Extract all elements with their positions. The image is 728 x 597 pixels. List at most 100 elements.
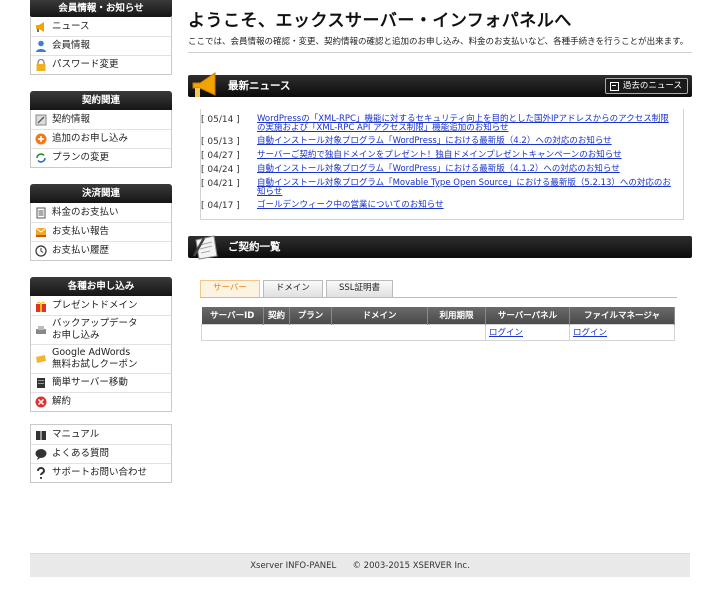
news-date: [ 04/27 ]: [201, 151, 240, 161]
sidebar: 会員情報・お知らせ ニュース 会員情報 パスワード変更 契約関連 契約情報 追加…: [30, 0, 172, 483]
payment-section: 決済関連 料金のお支払い お支払い報告 お支払い履歴: [30, 184, 172, 261]
server-panel-cell: ログイン: [485, 323, 570, 341]
sidebar-item-label: 簡単サーバー移動: [52, 377, 128, 388]
news-item: [ 04/17 ] ゴールデンウィーク中の営業についてのお知らせ: [201, 201, 677, 212]
sidebar-item-backup-data[interactable]: バックアップデータ お申し込み: [31, 315, 171, 344]
sidebar-item-pay-fee[interactable]: 料金のお支払い: [31, 203, 171, 222]
contract-section: 契約関連 契約情報 追加のお申し込み プランの変更: [30, 91, 172, 168]
user-icon: [36, 40, 46, 52]
payment-section-title: 決済関連: [30, 184, 172, 203]
sidebar-item-label: ニュース: [52, 20, 90, 32]
sidebar-item-contract-info[interactable]: 契約情報: [31, 110, 171, 129]
book-icon: [36, 430, 46, 440]
sidebar-item-member-info[interactable]: 会員情報: [31, 36, 171, 55]
sidebar-item-password[interactable]: パスワード変更: [31, 55, 171, 74]
apply-section: 各種お申し込み プレゼントドメイン バックアップデータ お申し込み Google…: [30, 277, 172, 412]
coupon-icon: [36, 355, 46, 363]
tab-domain[interactable]: ドメイン: [262, 280, 323, 297]
main-content: ようこそ、エックスサーバー・インフォパネルへ ここでは、会員情報の確認・変更、契…: [188, 0, 692, 341]
sidebar-item-label: プレゼントドメイン: [52, 299, 138, 311]
speech-bubble-icon: [35, 449, 47, 460]
news-link[interactable]: 自動インストール対象プログラム「Movable Type Open Source…: [257, 179, 677, 197]
sidebar-item-support[interactable]: サポートお問い合わせ: [31, 463, 171, 482]
sidebar-item-present-domain[interactable]: プレゼントドメイン: [31, 296, 171, 315]
news-title: 最新ニュース: [228, 80, 291, 92]
news-link[interactable]: 自動インストール対象プログラム「WordPress」における最新版（4.1.2）…: [257, 165, 620, 174]
news-date: [ 05/14 ]: [201, 115, 240, 125]
sidebar-item-label: 会員情報: [52, 40, 91, 51]
news-item: [ 04/21 ] 自動インストール対象プログラム「Movable Type O…: [201, 179, 677, 197]
gift-icon: [36, 301, 46, 312]
sidebar-item-manual[interactable]: マニュアル: [31, 425, 171, 444]
apply-section-title: 各種お申し込み: [30, 277, 172, 296]
contract-section-title: 契約関連: [30, 91, 172, 110]
news-date: [ 04/21 ]: [201, 179, 240, 189]
news-item: [ 04/27 ] サーバーご契約で独自ドメインをプレゼント！独自ドメインプレゼ…: [201, 151, 677, 162]
footer-product: Xserver INFO-PANEL: [250, 561, 337, 571]
footer: Xserver INFO-PANEL © 2003-2015 XSERVER I…: [30, 553, 690, 577]
tab-ssl[interactable]: SSL証明書: [325, 280, 393, 297]
file-manager-login-link[interactable]: ログイン: [573, 328, 607, 338]
sidebar-item-adwords-coupon[interactable]: Google AdWords 無料お試しクーポン: [31, 344, 171, 373]
megaphone-icon: [192, 72, 216, 97]
sidebar-item-label: マニュアル: [52, 428, 100, 440]
sidebar-item-cancel[interactable]: 解約: [31, 392, 171, 411]
sidebar-item-label: Google AdWords 無料お試しクーポン: [52, 347, 138, 370]
sidebar-item-plan-change[interactable]: プランの変更: [31, 148, 171, 167]
page-description: ここでは、会員情報の確認・変更、契約情報の確認と追加のお申し込み、料金のお支払い…: [188, 35, 692, 53]
news-item: [ 05/13 ] 自動インストール対象プログラム「WordPress」における…: [201, 137, 677, 148]
contract-tabs: サーバー ドメイン SSL証明書: [200, 280, 677, 298]
news-link[interactable]: WordPressの「XML-RPC」機能に対するセキュリティ向上を目的とした国…: [257, 115, 677, 133]
member-section: 会員情報・お知らせ ニュース 会員情報 パスワード変更: [30, 0, 172, 75]
server-info-cell: [201, 323, 486, 341]
sidebar-item-pay-report[interactable]: お支払い報告: [31, 222, 171, 241]
sidebar-item-label: プランの変更: [52, 152, 110, 163]
arrow-box-icon: [609, 81, 619, 91]
sidebar-item-label: お支払い報告: [52, 226, 110, 237]
member-section-title: 会員情報・お知らせ: [30, 0, 172, 17]
document-icon: [35, 114, 47, 125]
page-title: ようこそ、エックスサーバー・インフォパネルへ: [188, 11, 572, 31]
contracts-header: ご契約一覧: [188, 235, 692, 260]
sidebar-item-pay-history[interactable]: お支払い履歴: [31, 241, 171, 260]
news-link[interactable]: ゴールデンウィーク中の営業についてのお知らせ: [257, 201, 444, 210]
table-row: ログイン ログイン: [201, 323, 675, 341]
lock-icon: [36, 59, 46, 71]
sidebar-item-label: 料金のお支払い: [52, 206, 119, 218]
sidebar-item-label: 解約: [52, 396, 72, 407]
sidebar-item-news[interactable]: ニュース: [31, 17, 171, 36]
contract-table: サーバーID 契約 プラン ドメイン 利用期限 サーバーパネル ファイルマネージ…: [201, 307, 675, 341]
news-link[interactable]: 自動インストール対象プログラム「WordPress」における最新版（4.2）への…: [257, 137, 612, 146]
news-item: [ 05/14 ] WordPressの「XML-RPC」機能に対するセキュリテ…: [201, 115, 677, 133]
news-item: [ 04/24 ] 自動インストール対象プログラム「WordPress」における…: [201, 165, 677, 176]
sidebar-item-additional-order[interactable]: 追加のお申し込み: [31, 129, 171, 148]
contracts-title: ご契約一覧: [228, 241, 281, 253]
sidebar-item-label: バックアップデータ お申し込み: [52, 318, 138, 341]
server-icon: [37, 378, 45, 388]
sidebar-item-label: パスワード変更: [52, 59, 119, 70]
sidebar-item-label: サポートお問い合わせ: [52, 467, 148, 478]
tab-server[interactable]: サーバー: [200, 280, 260, 297]
file-manager-cell: ログイン: [569, 323, 675, 341]
envelope-icon: [35, 227, 47, 237]
sidebar-item-server-move[interactable]: 簡単サーバー移動: [31, 373, 171, 392]
col-server-panel: サーバーパネル: [485, 307, 570, 324]
question-icon: [37, 467, 46, 479]
plus-icon: [35, 133, 47, 145]
server-panel-login-link[interactable]: ログイン: [489, 328, 523, 338]
col-expiry: 利用期限: [427, 307, 486, 324]
footer-copyright: © 2003-2015 XSERVER Inc.: [352, 561, 470, 571]
sidebar-item-label: お支払い履歴: [52, 245, 110, 256]
news-link[interactable]: サーバーご契約で独自ドメインをプレゼント！独自ドメインプレゼントキャンペーンのお…: [257, 151, 622, 160]
col-domain: ドメイン: [331, 307, 428, 324]
news-list: [ 05/14 ] WordPressの「XML-RPC」機能に対するセキュリテ…: [200, 109, 684, 220]
invoice-icon: [36, 207, 46, 218]
sidebar-item-label: よくある質問: [52, 448, 110, 459]
sidebar-item-label: 追加のお申し込み: [52, 133, 129, 144]
sidebar-item-faq[interactable]: よくある質問: [31, 444, 171, 463]
past-news-label: 過去のニュース: [622, 81, 682, 91]
past-news-button[interactable]: 過去のニュース: [604, 78, 688, 94]
news-header: 最新ニュース 過去のニュース: [188, 72, 692, 97]
refresh-icon: [36, 153, 46, 163]
col-server-id: サーバーID: [201, 307, 264, 324]
